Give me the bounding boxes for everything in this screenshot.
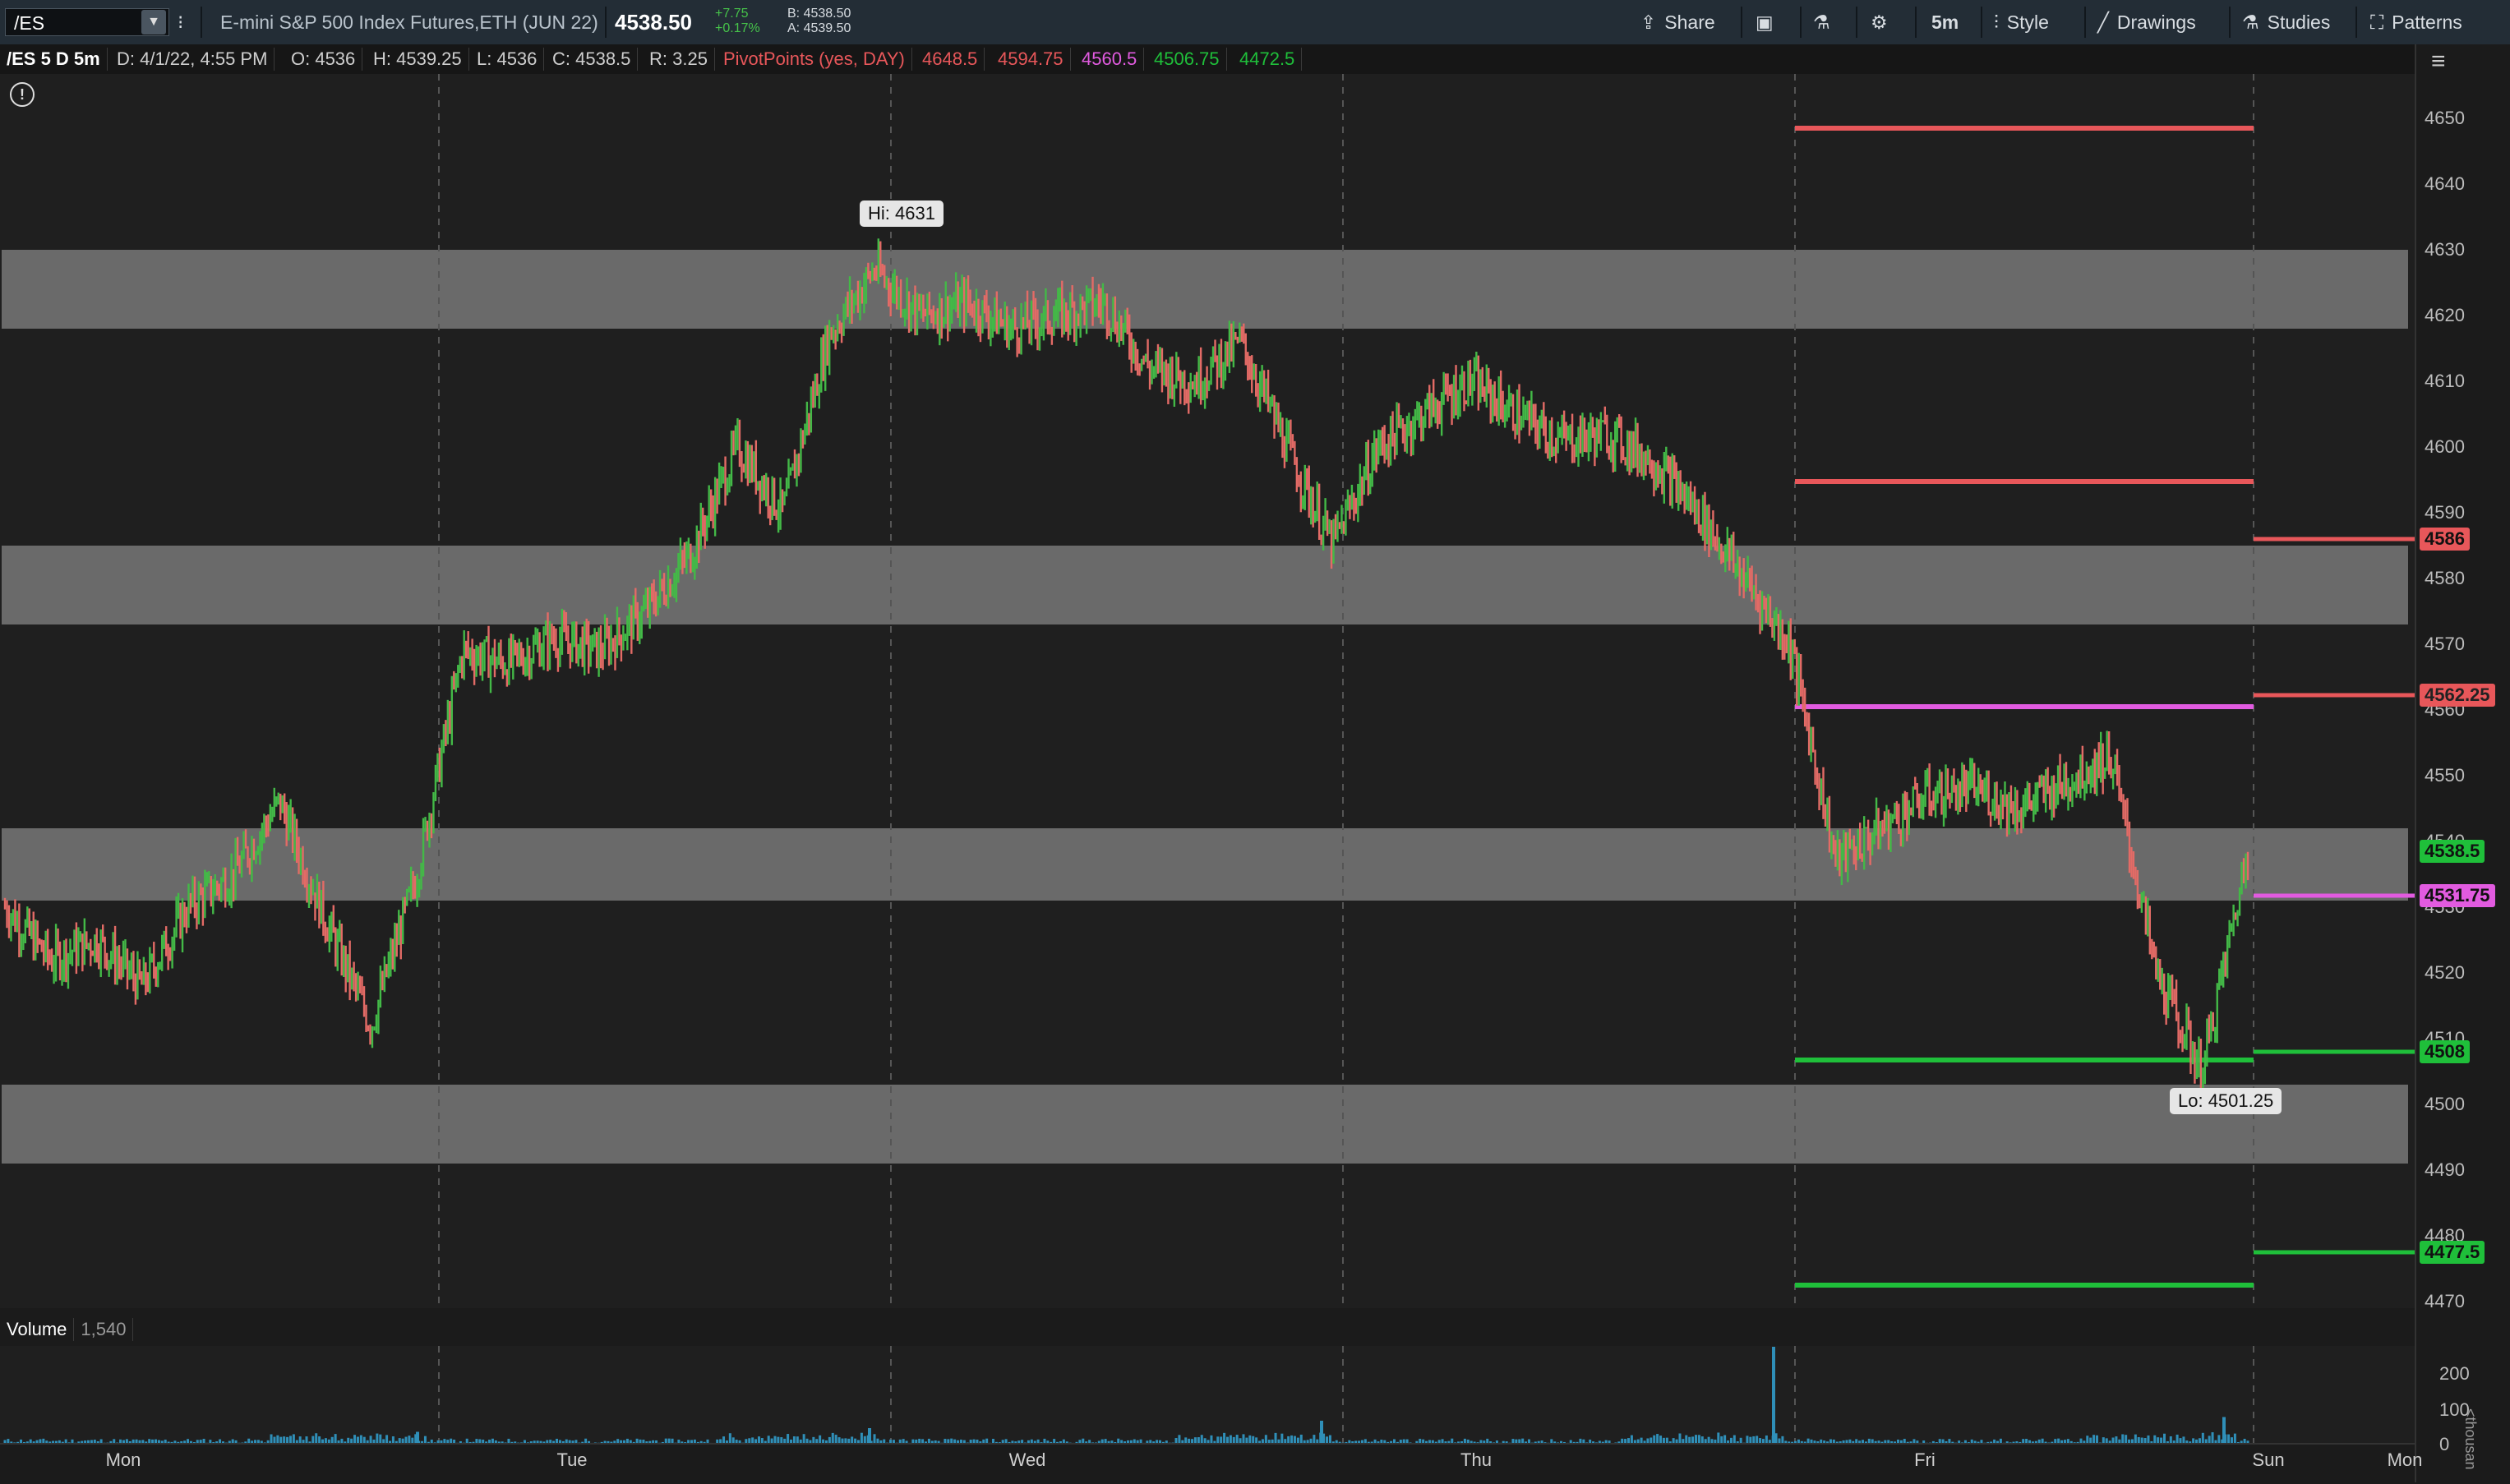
pivot-s2: 4472.5 [1233,48,1303,71]
volume-unit: <thousan [2462,1408,2479,1470]
patterns-label: Patterns [2392,11,2462,33]
price-marker-label: 4508 [2420,1040,2470,1063]
time-label: Sun [2252,1449,2285,1470]
bar-range: R: 3.25 [643,48,715,71]
time-label: Mon [105,1449,141,1470]
price-marker-label: 4586 [2420,528,2470,551]
price-tick-label: 4590 [2425,502,2465,523]
bar-open: O: 4536 [284,48,363,71]
zone-band [2,250,2408,329]
time-label: Wed [1008,1449,1046,1470]
price-axis[interactable]: ≡ 44704480449045004510452045304540455045… [2415,44,2510,1482]
menu-icon[interactable]: ≡ [2431,48,2446,76]
toolbar-divider [1741,7,1742,38]
toolbar-divider [1856,7,1857,38]
price-tick-label: 4610 [2425,371,2465,391]
bar-low: L: 4536 [470,48,545,71]
toolbar-divider [1915,7,1917,38]
price-marker-label: 4531.75 [2420,884,2495,907]
ask: A: 4539.50 [787,21,851,35]
price-marker-label: 4562.25 [2420,684,2495,707]
time-label: Fri [1914,1449,1936,1470]
price-marker-label: 4477.5 [2420,1241,2485,1264]
time-label: Thu [1460,1449,1492,1470]
price-tick-label: 4470 [2425,1291,2465,1311]
toolbar-divider [2229,7,2231,38]
zone-band [2,546,2408,624]
studies-label: Studies [2267,11,2331,33]
toolbar-divider [201,7,202,38]
link-icon[interactable]: ⁝ [178,0,183,44]
time-axis[interactable] [0,1443,2415,1484]
candle-icon: ⫶ [1994,11,1999,33]
pivot-pp: 4560.5 [1075,48,1145,71]
chevron-down-icon[interactable]: ▼ [141,10,166,35]
price-tick-label: 4550 [2425,765,2465,786]
pivot-r2: 4648.5 [916,48,985,71]
bar-high: H: 4539.25 [367,48,469,71]
studies-button[interactable]: ⚗ Studies [2242,0,2330,44]
bar-date: D: 4/1/22, 4:55 PM [110,48,275,71]
snapshot-icon[interactable]: ▣ [1756,0,1774,44]
alert-icon[interactable]: ! [10,82,35,107]
price-tick-label: 4650 [2425,108,2465,128]
gear-icon[interactable]: ⚙ [1871,0,1888,44]
price-tick-label: 4500 [2425,1094,2465,1114]
volume-tick-label: 200 [2439,1363,2470,1384]
bid-ask: B: 4538.50 A: 4539.50 [787,7,851,36]
bar-close: C: 4538.5 [546,48,639,71]
pencil-icon: ╱ [2097,11,2109,33]
volume-tick-label: 0 [2439,1434,2450,1454]
study-name[interactable]: PivotPoints (yes, DAY) [717,48,912,71]
price-marker-label: 4538.5 [2420,840,2485,863]
share-icon: ⇪ [1640,11,1657,33]
chart-name[interactable]: /ES 5 D 5m [0,48,108,71]
bid: B: 4538.50 [787,7,851,21]
patterns-button[interactable]: ⛶ Patterns [2370,0,2462,44]
toolbar: /ES ▼ ⁝ E-mini S&P 500 Index Futures,ETH… [0,0,2510,46]
price-tick-label: 4570 [2425,634,2465,654]
toolbar-divider [2084,7,2086,38]
zone-band [2,1085,2408,1164]
toolbar-divider [605,7,607,38]
change-values: +7.75 +0.17% [715,7,760,36]
price-tick-label: 4490 [2425,1159,2465,1180]
price-tick-label: 4630 [2425,239,2465,260]
style-label: Style [2006,11,2049,33]
high-callout: Hi: 4631 [860,200,944,227]
toolbar-divider [1800,7,1802,38]
price-tick-label: 4580 [2425,568,2465,588]
net-change: +7.75 [715,7,749,21]
price-tick-label: 4600 [2425,436,2465,457]
price-tick-label: 4520 [2425,962,2465,983]
time-label: Tue [556,1449,588,1470]
price-tick-label: 4640 [2425,173,2465,194]
price-chart[interactable] [0,74,2415,1308]
zone-band [2,828,2408,901]
drawings-button[interactable]: ╱ Drawings [2097,0,2196,44]
flask-icon[interactable]: ⚗ [1813,0,1830,44]
volume-chart[interactable] [0,1313,2415,1445]
time-label: Mon [2387,1449,2423,1470]
pivot-s1: 4506.75 [1147,48,1227,71]
toolbar-divider [1981,7,1982,38]
toolbar-divider [2355,7,2357,38]
last-price: 4538.50 [615,9,692,35]
style-button[interactable]: ⫶ Style [1994,0,2049,44]
chart-info-bar: /ES 5 D 5m D: 4/1/22, 4:55 PM O: 4536 H:… [0,44,2415,74]
pivot-r1: 4594.75 [991,48,1071,71]
patterns-icon: ⛶ [2370,11,2384,33]
share-label: Share [1664,11,1715,33]
drawings-label: Drawings [2116,11,2196,33]
interval-button[interactable]: 5m [1931,0,1959,44]
percent-change: +0.17% [715,21,760,35]
instrument-description: E-mini S&P 500 Index Futures,ETH (JUN 22… [220,11,598,33]
price-tick-label: 4620 [2425,305,2465,325]
share-button[interactable]: ⇪ Share [1640,0,1715,44]
low-callout: Lo: 4501.25 [2170,1088,2282,1114]
flask-icon: ⚗ [2242,11,2259,33]
volume-background [0,1346,2415,1445]
